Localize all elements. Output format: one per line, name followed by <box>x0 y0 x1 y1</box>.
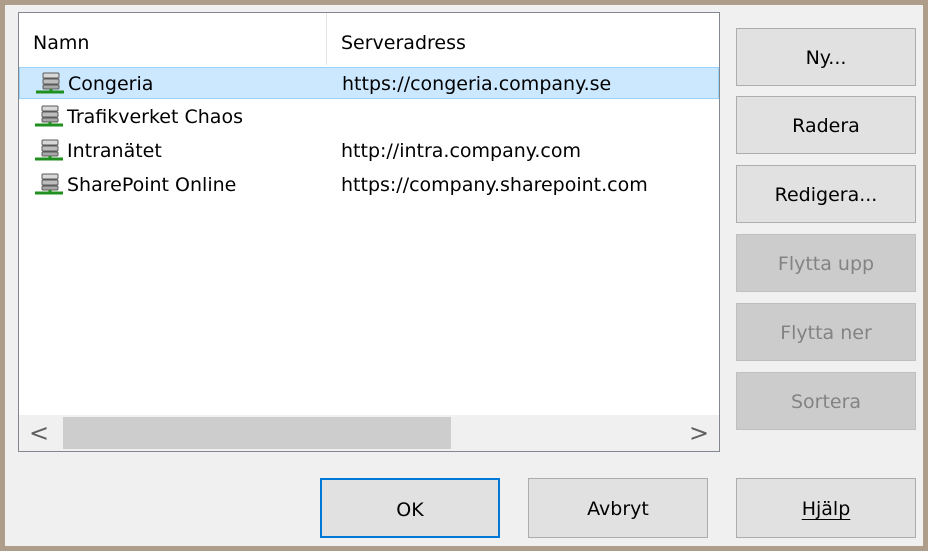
ok-button[interactable]: OK <box>320 478 500 538</box>
help-button[interactable]: Hjälp <box>736 478 916 538</box>
list-row-trafikverket[interactable]: Trafikverket Chaos <box>19 101 719 133</box>
window-frame-left <box>0 0 5 551</box>
sort-button[interactable]: Sortera <box>736 372 916 430</box>
row-name-cell: Congeria <box>34 68 153 100</box>
server-list[interactable]: Namn Serveradress Congeria https://conge… <box>18 12 720 452</box>
window-frame-top <box>0 0 928 5</box>
row-name-cell: Trafikverket Chaos <box>33 101 243 133</box>
horizontal-scrollbar[interactable]: < > <box>19 415 719 451</box>
server-icon <box>36 72 64 94</box>
delete-button[interactable]: Radera <box>736 96 916 154</box>
row-name: Intranätet <box>67 140 162 162</box>
row-address: https://company.sharepoint.com <box>341 174 648 196</box>
move-down-button[interactable]: Flytta ner <box>736 303 916 361</box>
row-address: http://intra.company.com <box>341 140 581 162</box>
cancel-button[interactable]: Avbryt <box>528 478 708 538</box>
list-header: Namn Serveradress <box>19 13 719 65</box>
row-address: https://congeria.company.se <box>342 73 612 95</box>
column-header-address[interactable]: Serveradress <box>327 13 719 65</box>
move-up-button[interactable]: Flytta upp <box>736 234 916 292</box>
row-name: Congeria <box>68 73 154 95</box>
list-row-congeria[interactable]: Congeria https://congeria.company.se <box>19 67 719 99</box>
scroll-left-icon[interactable]: < <box>19 415 59 451</box>
server-icon <box>35 173 63 195</box>
row-name-cell: SharePoint Online <box>33 169 236 201</box>
row-name: Trafikverket Chaos <box>67 106 243 128</box>
scroll-right-icon[interactable]: > <box>679 415 719 451</box>
list-row-intranatet[interactable]: Intranätet http://intra.company.com <box>19 135 719 167</box>
scrollbar-thumb[interactable] <box>63 417 451 449</box>
edit-button[interactable]: Redigera... <box>736 165 916 223</box>
server-icon <box>35 139 63 161</box>
row-name: SharePoint Online <box>67 174 237 196</box>
new-button[interactable]: Ny... <box>736 28 916 86</box>
list-row-sharepoint[interactable]: SharePoint Online https://company.sharep… <box>19 169 719 201</box>
server-icon <box>35 105 63 127</box>
window-frame-right <box>923 0 928 551</box>
window-frame-bottom <box>0 546 928 551</box>
column-header-name[interactable]: Namn <box>19 13 327 65</box>
row-name-cell: Intranätet <box>33 135 162 167</box>
